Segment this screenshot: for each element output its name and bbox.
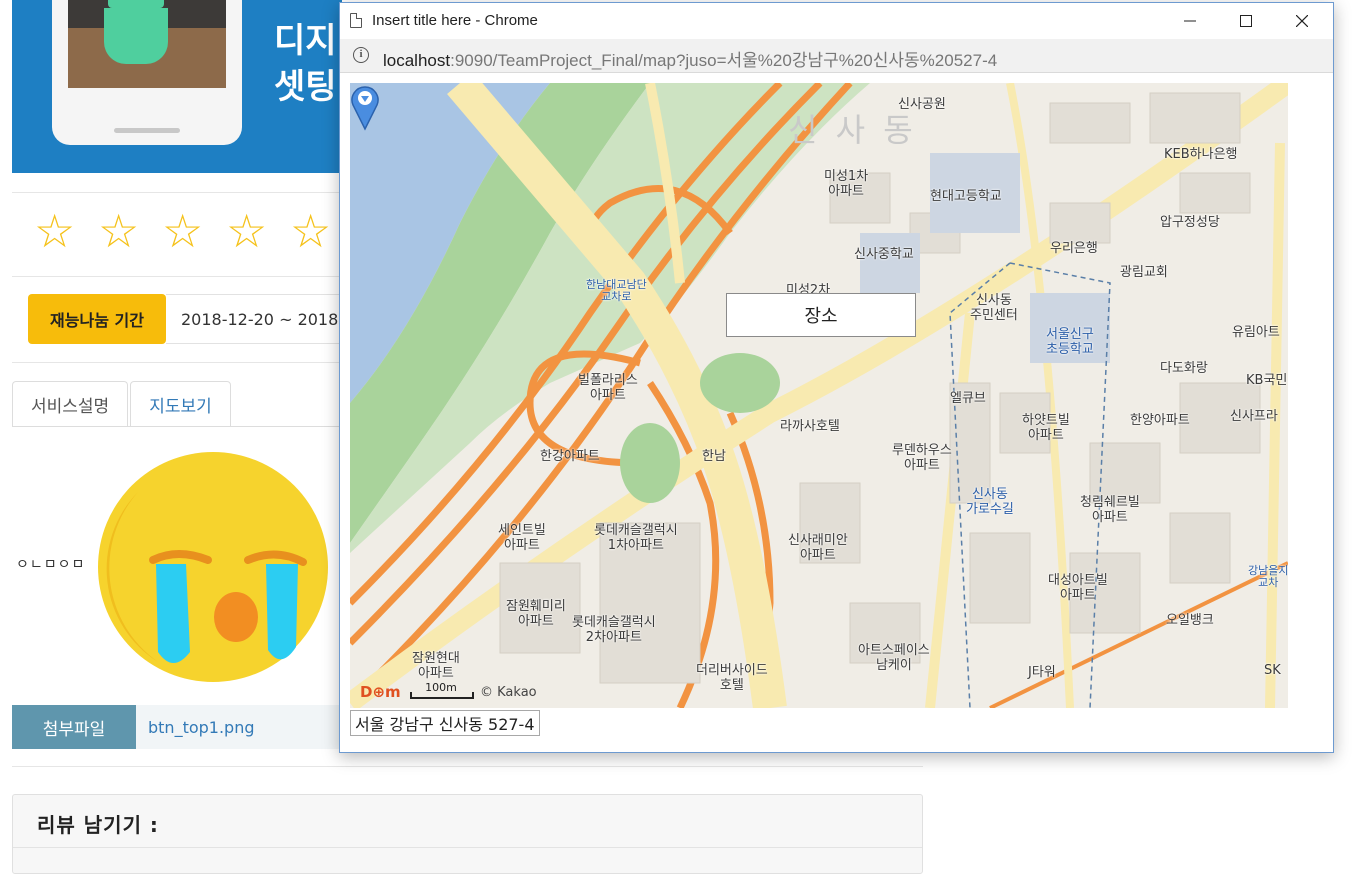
map-label: 유림아트 [1232, 325, 1280, 340]
map-label: 압구정성당 [1160, 215, 1220, 230]
attachment-file-link[interactable]: btn_top1.png [136, 705, 342, 749]
map-label: 우리은행 [1050, 241, 1098, 256]
crying-emoji-image [98, 452, 328, 682]
map-label: 신사동 가로수길 [966, 487, 1014, 517]
map-label: 아트스페이스 남케이 [858, 643, 930, 673]
map-label: SK [1264, 663, 1281, 678]
daum-logo: D⊕m [360, 683, 401, 701]
map-label: 청림쉐르빌 아파트 [1080, 495, 1140, 525]
period-value: 2018-12-20 ~ 2018-1 [166, 294, 346, 344]
map-label: 신사공원 [898, 97, 946, 112]
map-label: 롯데캐슬갤럭시 1차아파트 [594, 523, 678, 553]
review-panel: 리뷰 남기기 : [12, 794, 923, 874]
minimize-icon [1184, 20, 1196, 22]
banner-image: 디지 셋팅 [12, 0, 342, 173]
map-view[interactable]: 신 사 동 신사공원 미성1차 아파트 현대고등학교 KEB하나은행 압구정성당 … [350, 83, 1288, 708]
map-label: 세인트빌 아파트 [498, 523, 546, 553]
map-label: 한남대교남단 교차로 [586, 278, 647, 303]
tab-map-view[interactable]: 지도보기 [130, 381, 231, 427]
map-label: 대성아트빌 아파트 [1048, 573, 1108, 603]
map-label: KB국민 [1246, 373, 1288, 388]
map-label: 강남을지 교차 [1248, 564, 1288, 589]
map-label: 롯데캐슬갤럭시 2차아파트 [572, 615, 656, 645]
map-label: 하얏트빌 아파트 [1022, 413, 1070, 443]
star-icon[interactable]: ☆ [162, 208, 208, 254]
address-bar[interactable]: i localhost:9090/TeamProject_Final/map?j… [340, 39, 1333, 73]
window-title: Insert title here - Chrome [372, 12, 538, 29]
map-label: KEB하나은행 [1164, 147, 1238, 162]
close-button[interactable] [1274, 3, 1330, 39]
review-title: 리뷰 남기기 : [37, 813, 159, 837]
map-label: 루덴하우스 아파트 [892, 443, 952, 473]
tab-service-description[interactable]: 서비스설명 [12, 381, 129, 427]
map-label: 엘큐브 [950, 391, 986, 406]
map-label: 신사래미안 아파트 [788, 533, 848, 563]
map-copyright: © Kakao [480, 685, 537, 700]
cup-icon [108, 0, 164, 8]
map-label: 잠원현대 아파트 [412, 651, 460, 681]
maximize-icon [1240, 15, 1252, 27]
rating-stars[interactable]: ☆ ☆ ☆ ☆ ☆ [34, 208, 336, 254]
address-text: 서울 강남구 신사동 527-4 [350, 710, 540, 736]
map-label: 잠원훼미리 아파트 [506, 599, 566, 629]
attachment-label: 첨부파일 [12, 705, 136, 749]
star-icon[interactable]: ☆ [34, 208, 80, 254]
tab-bar: 서비스설명 지도보기 [12, 381, 233, 427]
service-description-text: ㅇㄴㅁㅇㅁ [16, 557, 86, 573]
star-icon[interactable]: ☆ [98, 208, 144, 254]
star-icon[interactable]: ☆ [226, 208, 272, 254]
map-label: 신사프라 [1230, 409, 1278, 424]
close-icon [1296, 15, 1308, 27]
map-label: 신사동 주민센터 [970, 293, 1018, 323]
map-label-district: 신 사 동 [788, 111, 917, 149]
map-label: 미성1차 아파트 [824, 169, 869, 199]
map-label: 광림교회 [1120, 265, 1168, 280]
map-label: 서울신구 초등학교 [1046, 327, 1094, 357]
banner-title: 디지 셋팅 [274, 21, 337, 107]
map-scale: 100m [410, 681, 474, 699]
map-label: J타워 [1028, 665, 1056, 680]
map-label: 오일뱅크 [1166, 613, 1214, 628]
page-icon [350, 13, 362, 28]
map-marker-icon[interactable] [350, 83, 380, 131]
map-label: 한양아파트 [1130, 413, 1190, 428]
popup-window: Insert title here - Chrome i localhost:9… [339, 2, 1334, 753]
star-icon[interactable]: ☆ [290, 208, 336, 254]
map-label: 더리버사이드 호텔 [696, 663, 768, 693]
map-label: 신사중학교 [854, 247, 914, 262]
map-label: 현대고등학교 [930, 189, 1002, 204]
window-titlebar[interactable]: Insert title here - Chrome [340, 3, 1333, 39]
map-label: 한강아파트 [540, 449, 600, 464]
map-label: 빌폴라리스 아파트 [578, 373, 638, 403]
map-infowindow[interactable]: 장소 [726, 293, 916, 337]
map-label: 한남 [702, 449, 726, 464]
phone-illustration [52, 0, 242, 145]
url-text[interactable]: localhost:9090/TeamProject_Final/map?jus… [383, 46, 997, 71]
minimize-button[interactable] [1162, 3, 1218, 39]
map-label: 다도화랑 [1160, 361, 1208, 376]
map-tiles [350, 83, 1288, 708]
map-label: 라까사호텔 [780, 419, 840, 434]
maximize-button[interactable] [1218, 3, 1274, 39]
period-label: 재능나눔 기간 [28, 294, 166, 344]
site-info-icon[interactable]: i [353, 47, 369, 63]
